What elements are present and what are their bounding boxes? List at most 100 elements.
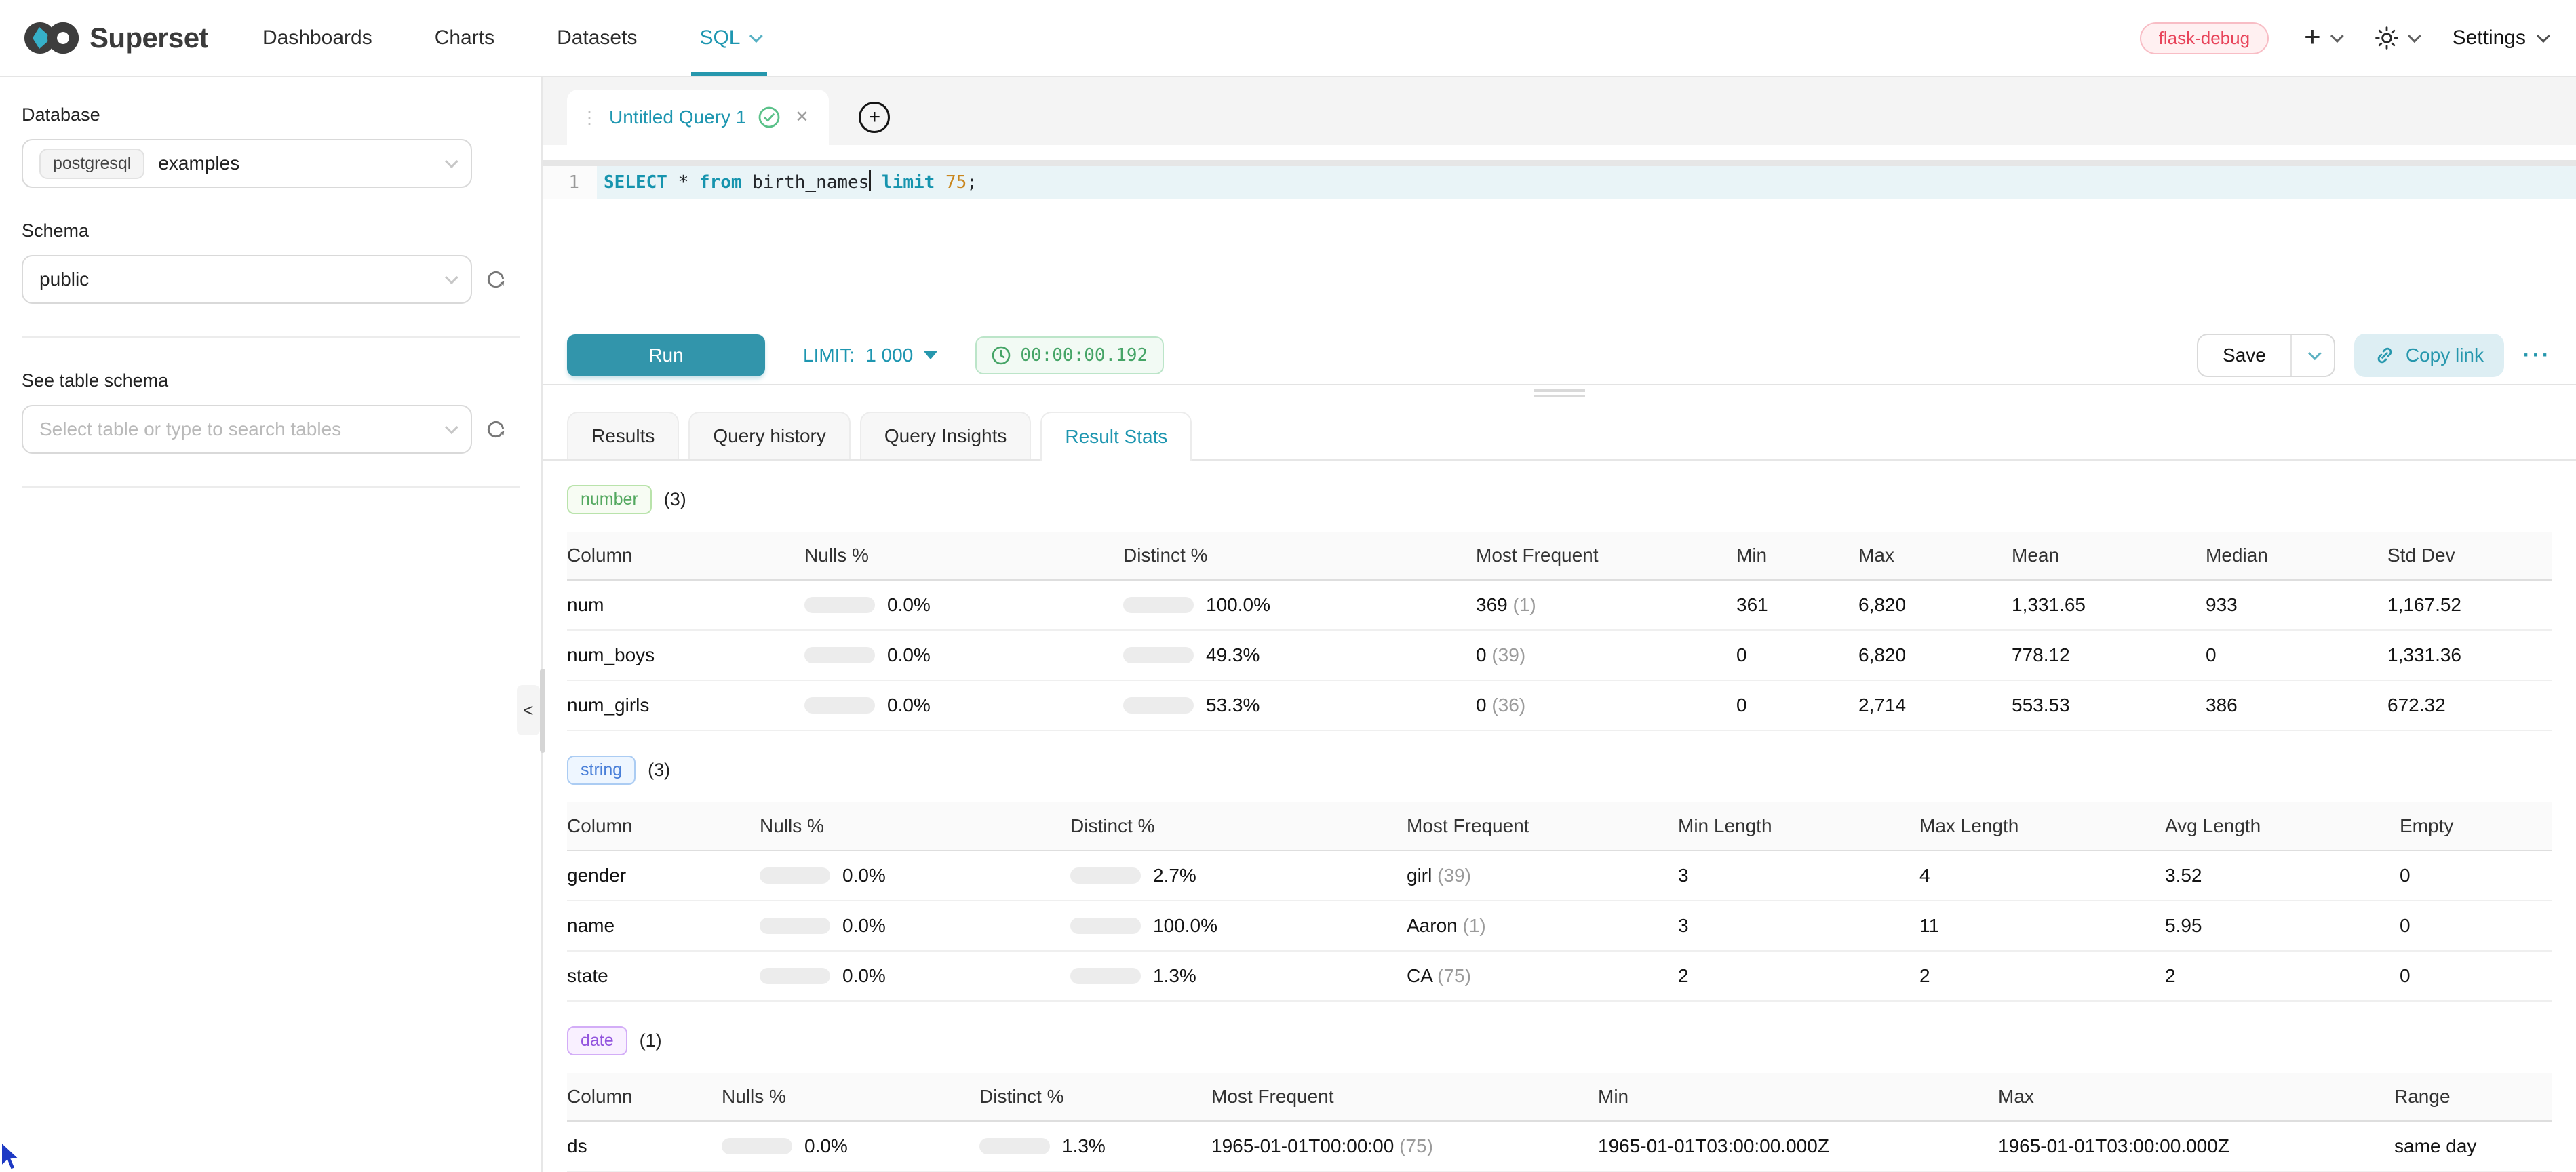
stat-value-cell: 3: [1678, 915, 1919, 937]
header-cell: Most Frequent: [1407, 815, 1678, 837]
nav-item-datasets[interactable]: Datasets: [557, 0, 637, 76]
stat-value-cell: 4: [1919, 865, 2165, 886]
clock-icon: [992, 346, 1011, 365]
new-item-button[interactable]: +: [2304, 25, 2340, 51]
nav-item-sql[interactable]: SQL: [699, 0, 759, 76]
run-button[interactable]: Run: [567, 334, 765, 376]
limit-value: 1 000: [865, 345, 913, 366]
chevron-down-icon: [445, 271, 458, 284]
panel-scrollbar[interactable]: [540, 669, 545, 753]
stat-value-cell: 3.52: [2165, 865, 2400, 886]
percent-bar-cell: 2.7%: [1070, 865, 1407, 886]
column-name-cell: state: [567, 965, 760, 987]
header-cell: Min: [1598, 1086, 1998, 1108]
navbar-right: flask-debug + Settings: [2140, 22, 2546, 54]
chevron-down-icon: [749, 29, 763, 43]
header-cell: Distinct %: [1070, 815, 1407, 837]
type-badge-date: date: [567, 1026, 627, 1055]
column-count: (3): [648, 760, 670, 781]
results-tabs: ResultsQuery historyQuery InsightsResult…: [543, 401, 2576, 461]
header-cell: Most Frequent: [1476, 545, 1736, 566]
sidebar-divider: [22, 336, 520, 338]
type-badge-string: string: [567, 756, 636, 785]
percent-label: 2.7%: [1153, 865, 1196, 886]
brand-title: Superset: [90, 22, 208, 54]
sidebar-divider: [22, 486, 520, 488]
plus-icon: +: [2304, 22, 2321, 51]
stat-value-cell: 672.32: [2387, 695, 2518, 716]
header-cell: Range: [2394, 1086, 2518, 1108]
sidebar: Database postgresql examples Schema publ…: [0, 77, 543, 1172]
drag-handle-icon[interactable]: ⋮: [581, 109, 597, 126]
frequent-value: 1965-01-01T00:00:00: [1211, 1135, 1399, 1156]
schema-label: Schema: [22, 220, 520, 241]
limit-dropdown[interactable]: LIMIT: 1 000: [803, 345, 937, 366]
bar-track: [1123, 697, 1194, 714]
result-tab-query-insights[interactable]: Query Insights: [860, 412, 1032, 459]
editor-toolbar: Run LIMIT: 1 000 00:00:00.192 Save: [543, 327, 2576, 385]
bar-track: [979, 1138, 1050, 1154]
schema-select[interactable]: public: [22, 255, 472, 304]
theme-toggle[interactable]: [2375, 26, 2417, 50]
stat-value-cell: 2: [1919, 965, 2165, 987]
nav-item-charts[interactable]: Charts: [435, 0, 494, 76]
frequent-count: (75): [1399, 1135, 1433, 1156]
column-name-cell: num_girls: [567, 695, 804, 716]
refresh-tables-icon[interactable]: [486, 419, 506, 440]
database-value: examples: [158, 153, 239, 174]
chevron-down-icon: [2408, 29, 2421, 43]
query-tab[interactable]: ⋮ Untitled Query 1 ✕: [567, 90, 829, 145]
query-tabstrip: ⋮ Untitled Query 1 ✕ +: [543, 77, 2576, 145]
sql-editor[interactable]: 1 SELECT * from birth_names limit 75;: [543, 166, 2576, 327]
close-tab-icon[interactable]: ✕: [795, 107, 808, 127]
result-tab-result-stats[interactable]: Result Stats: [1040, 412, 1192, 461]
database-select[interactable]: postgresql examples: [22, 139, 472, 188]
refresh-schemas-icon[interactable]: [486, 269, 506, 290]
environment-tag: flask-debug: [2140, 22, 2269, 54]
add-query-tab-button[interactable]: +: [859, 102, 890, 133]
settings-menu[interactable]: Settings: [2453, 26, 2546, 50]
result-tab-query-history[interactable]: Query history: [688, 412, 851, 459]
bar-track: [760, 867, 830, 884]
save-options-button[interactable]: [2290, 335, 2334, 376]
navbar: Superset Dashboards Charts Datasets SQL fla…: [0, 0, 2576, 77]
table-select[interactable]: Select table or type to search tables: [22, 405, 472, 454]
frequent-value: Aaron: [1407, 915, 1463, 936]
limit-label: LIMIT:: [803, 345, 855, 366]
stat-value-cell: 3: [1678, 865, 1919, 886]
header-cell: Distinct %: [1123, 545, 1476, 566]
percent-label: 0.0%: [804, 1135, 848, 1157]
collapse-sidebar-button[interactable]: <: [517, 685, 540, 735]
stat-value-cell: 0: [2400, 865, 2518, 886]
stat-table-row: num_girls0.0%53.3%0 (36)02,714553.533866…: [567, 681, 2552, 731]
copy-link-button[interactable]: Copy link: [2354, 334, 2504, 377]
frequent-count: (75): [1437, 965, 1471, 986]
superset-logo[interactable]: Superset: [24, 20, 208, 56]
stat-value-cell: 1,167.52: [2387, 594, 2518, 616]
nav-item-label: Charts: [435, 26, 494, 50]
section-badge-row: string (3): [567, 756, 2552, 785]
chevron-down-icon: [445, 155, 458, 168]
stat-value-cell: 0: [2206, 644, 2387, 666]
percent-bar-cell: 0.0%: [760, 965, 1070, 987]
pane-resize-handle[interactable]: [543, 385, 2576, 401]
more-options-button[interactable]: ···: [2523, 344, 2552, 367]
copy-link-label: Copy link: [2406, 345, 2484, 366]
stat-table-row: num_boys0.0%49.3%0 (39)06,820778.1201,33…: [567, 631, 2552, 681]
code-token: birth_names: [742, 172, 870, 193]
stat-value-cell: 553.53: [2012, 695, 2206, 716]
percent-label: 100.0%: [1153, 915, 1217, 937]
stat-table-row: gender0.0%2.7%girl (39)343.520: [567, 851, 2552, 901]
percent-bar-cell: 0.0%: [722, 1135, 979, 1157]
editor-top-divider: [543, 160, 2576, 166]
nav-item-dashboards[interactable]: Dashboards: [262, 0, 372, 76]
save-button[interactable]: Save: [2198, 335, 2290, 376]
stat-value-cell: 1965-01-01T03:00:00.000Z: [1598, 1135, 1998, 1157]
most-frequent-cell: girl (39): [1407, 865, 1678, 886]
result-tab-results[interactable]: Results: [567, 412, 679, 459]
percent-bar-cell: 53.3%: [1123, 695, 1476, 716]
bar-track: [760, 918, 830, 934]
column-count: (3): [664, 489, 686, 510]
stat-value-cell: 1,331.36: [2387, 644, 2518, 666]
percent-bar-cell: 1.3%: [979, 1135, 1211, 1157]
